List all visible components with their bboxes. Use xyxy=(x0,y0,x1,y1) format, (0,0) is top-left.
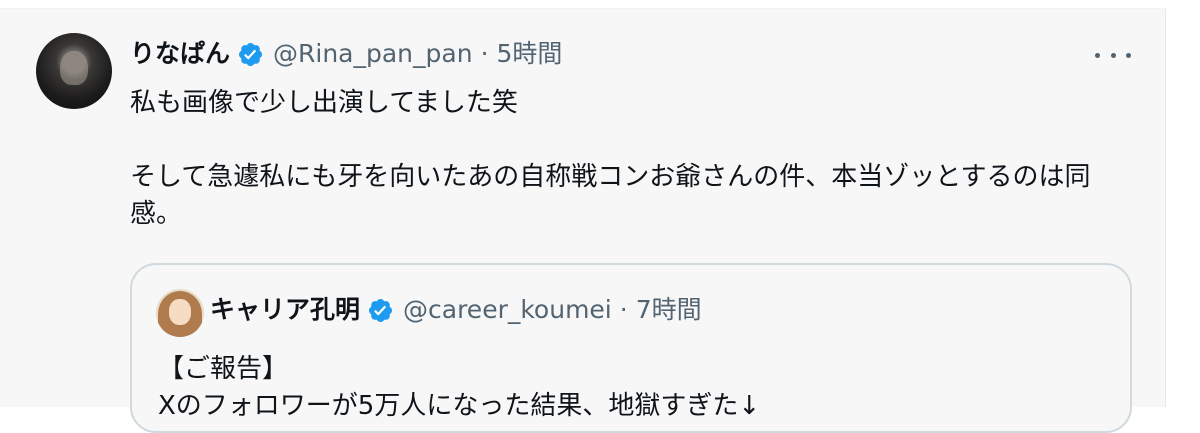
verified-badge-icon xyxy=(238,42,263,66)
separator-dot: · xyxy=(619,295,628,324)
tweet-text: 私も画像で少し出演してました笑 そして急遽私にも牙を向いたあの自称戦コンお爺さん… xyxy=(130,88,1091,229)
more-options-icon[interactable] xyxy=(1095,47,1131,63)
quoted-tweet[interactable]: キャリア孔明 @career_koumei · 7時間 【ご報告】 Xのフォロワ… xyxy=(130,263,1132,433)
author-name[interactable]: りなぱん xyxy=(130,39,230,69)
quoted-tweet-timestamp[interactable]: 7時間 xyxy=(636,295,702,325)
quoted-tweet-header: キャリア孔明 @career_koumei · 7時間 xyxy=(210,295,702,325)
quoted-author-handle[interactable]: @career_koumei xyxy=(403,295,612,325)
quoted-tweet-text: 【ご報告】 Xのフォロワーが5万人になった結果、地獄すぎた↓ xyxy=(158,354,761,421)
tweet-card[interactable]: りなぱん @Rina_pan_pan · 5時間 私も画像で少し出演してました笑… xyxy=(0,8,1166,433)
author-avatar[interactable] xyxy=(36,33,112,109)
separator-dot: · xyxy=(480,39,489,68)
tweet-timestamp[interactable]: 5時間 xyxy=(497,39,563,69)
author-handle[interactable]: @Rina_pan_pan xyxy=(273,39,473,69)
quoted-author-name[interactable]: キャリア孔明 xyxy=(210,295,360,325)
quoted-author-avatar[interactable] xyxy=(156,289,204,337)
tweet-header: りなぱん @Rina_pan_pan · 5時間 xyxy=(130,39,562,69)
verified-badge-icon xyxy=(368,298,393,322)
